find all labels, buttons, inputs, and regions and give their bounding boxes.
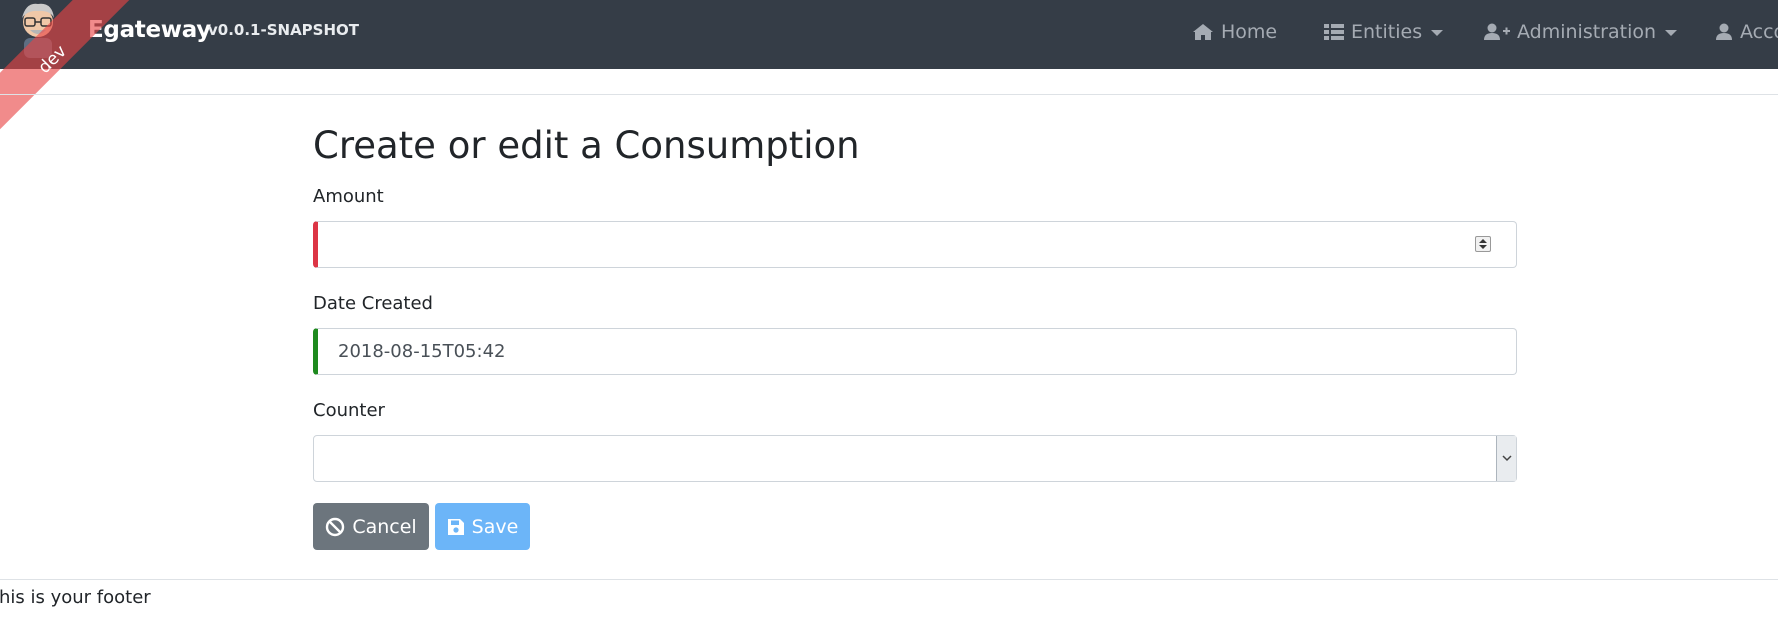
- brand-logo[interactable]: [12, 0, 64, 62]
- chevron-down-icon: [1665, 30, 1678, 36]
- brand-name: gateway: [103, 17, 211, 43]
- save-icon: [447, 518, 464, 535]
- cancel-button[interactable]: Cancel: [313, 503, 429, 550]
- nav-account-label: Account: [1740, 21, 1778, 43]
- user-plus-icon: [1484, 23, 1510, 40]
- number-spinner[interactable]: [1475, 236, 1491, 252]
- date-created-label: Date Created: [313, 293, 433, 314]
- chevron-down-icon: [1431, 30, 1444, 36]
- footer-text: This is your footer: [0, 587, 151, 608]
- page-title: Create or edit a Consumption: [313, 124, 860, 167]
- save-button-label: Save: [471, 515, 519, 538]
- date-created-value: 2018-08-15T05:42: [338, 341, 506, 362]
- nav-home[interactable]: Home: [1192, 19, 1277, 45]
- spinner-up-icon[interactable]: [1479, 239, 1487, 243]
- counter-select[interactable]: [313, 435, 1517, 482]
- chevron-down-icon: [1501, 455, 1512, 462]
- brand-initial: E: [88, 17, 104, 43]
- nav-home-label: Home: [1221, 21, 1278, 43]
- nav-entities-label: Entities: [1351, 21, 1423, 43]
- nav-administration-label: Administration: [1517, 21, 1657, 43]
- amount-input[interactable]: [313, 221, 1517, 268]
- cancel-button-label: Cancel: [352, 515, 417, 538]
- brand-version: v0.0.1-SNAPSHOT: [208, 21, 360, 39]
- brand-title[interactable]: Egateway: [88, 17, 211, 43]
- spinner-down-icon[interactable]: [1479, 245, 1487, 249]
- nav-administration[interactable]: Administration: [1484, 19, 1678, 45]
- nav-entities[interactable]: Entities: [1324, 19, 1444, 45]
- save-button[interactable]: Save: [435, 503, 530, 550]
- footer-divider: [0, 579, 1778, 580]
- select-toggle[interactable]: [1496, 436, 1516, 481]
- list-icon: [1324, 24, 1344, 40]
- ban-icon: [326, 517, 345, 536]
- navbar: Egateway v0.0.1-SNAPSHOT Home Entities A…: [0, 0, 1778, 69]
- divider: [0, 94, 1778, 95]
- counter-label: Counter: [313, 400, 385, 421]
- amount-label: Amount: [313, 186, 384, 207]
- date-created-input[interactable]: 2018-08-15T05:42: [313, 328, 1517, 375]
- nav-account[interactable]: Account: [1715, 19, 1778, 45]
- user-icon: [1716, 23, 1732, 40]
- home-icon: [1193, 24, 1213, 40]
